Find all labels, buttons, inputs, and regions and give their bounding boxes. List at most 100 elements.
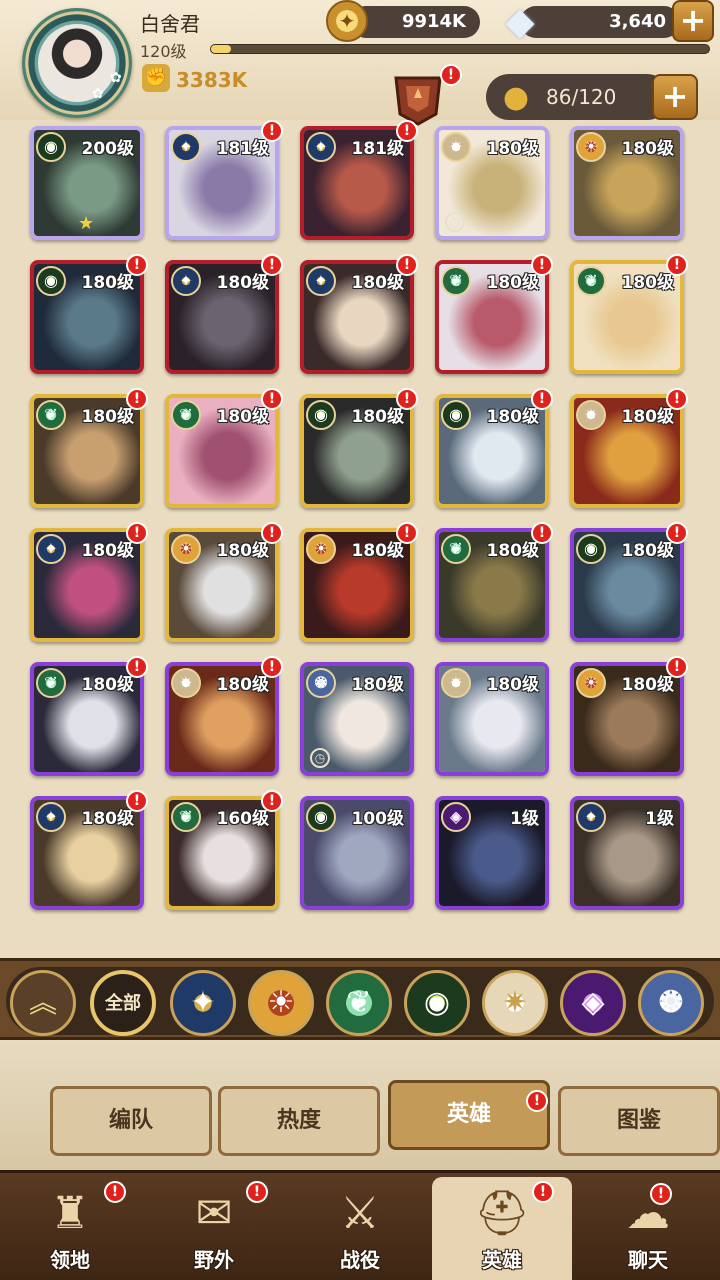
filter-leaf-icon[interactable]: ❦ <box>326 970 392 1036</box>
faction-filter-bar: ︽ 全部 ✦ ☀ ❦ ◉ ✷ ◈ ❂ <box>0 958 720 1040</box>
leaf-icon: ❦ <box>441 534 471 564</box>
hero-level: 180级 <box>351 541 405 561</box>
hero-card[interactable]: ✷ 180级 <box>570 394 684 508</box>
avatar[interactable]: ✿ ✿ <box>22 8 132 118</box>
filter-radiant-star-icon[interactable]: ✷ <box>482 970 548 1036</box>
hero-card[interactable]: ✷ 180级 ◷ <box>435 126 549 240</box>
alert-badge: ! <box>396 254 418 276</box>
hero-card[interactable]: ◉ 180级 <box>30 260 144 374</box>
hero-card[interactable]: ☀ 180级 <box>165 528 279 642</box>
filter-dark-icon[interactable]: ◈ <box>560 970 626 1036</box>
hero-card[interactable]: ❦ 180级 <box>30 394 144 508</box>
hero-roster-icon[interactable] <box>392 68 444 128</box>
hero-card[interactable]: ✦ 181级 <box>300 126 414 240</box>
leaf-icon: ❦ <box>36 668 66 698</box>
castle-icon: ♜ <box>50 1188 90 1239</box>
leaf-icon: ❦ <box>36 400 66 430</box>
star-compass-icon: ✦ <box>171 132 201 162</box>
nav-chat[interactable]: ☁ 聊天 ! <box>578 1177 718 1280</box>
hero-card[interactable]: ✦ 180级 <box>30 528 144 642</box>
top-bar: ✿ ✿ 白舍君 120级 ✊ 3383K 9914K ✦ 3,640 ◆ + !… <box>0 0 720 126</box>
nav-territory[interactable]: ♜ 领地 ! <box>0 1177 140 1280</box>
hero-card[interactable]: ✷ 180级 <box>165 662 279 776</box>
filter-all-button[interactable]: 全部 <box>90 970 156 1036</box>
alert-badge: ! <box>666 522 688 544</box>
alert-badge: ! <box>666 656 688 678</box>
nav-label: 野外 <box>194 1248 234 1272</box>
hero-card[interactable]: ☀ 180级 <box>300 528 414 642</box>
alert-badge: ! <box>261 388 283 410</box>
hero-card[interactable]: ◈ 1级 <box>435 796 549 910</box>
add-gems-button[interactable]: + <box>672 0 714 42</box>
hero-card[interactable]: ◉ 200级 ★ <box>30 126 144 240</box>
alert-badge: ! <box>396 388 418 410</box>
flower-icon: ✿ <box>92 86 104 102</box>
hero-card[interactable]: ❦ 180级 <box>165 394 279 508</box>
eye-icon: ◉ <box>576 534 606 564</box>
clock-icon: ◷ <box>445 212 465 232</box>
sword-shield-icon: ⚔ <box>340 1188 380 1239</box>
alert-badge: ! <box>666 388 688 410</box>
hero-card[interactable]: ◉ 100级 <box>300 796 414 910</box>
hero-card[interactable]: ✦ 1级 <box>570 796 684 910</box>
filter-sun-emblem-icon[interactable]: ☀ <box>248 970 314 1036</box>
alert-badge: ! <box>261 656 283 678</box>
nav-label: 聊天 <box>628 1248 668 1272</box>
hero-level: 180级 <box>351 675 405 695</box>
eye-icon: ◉ <box>441 400 471 430</box>
star-icon: ★ <box>78 213 95 234</box>
star-compass-icon: ✦ <box>171 266 201 296</box>
heroes-screen: ✿ ✿ 白舍君 120级 ✊ 3383K 9914K ✦ 3,640 ◆ + !… <box>0 0 720 1280</box>
hero-card[interactable]: ✦ 180级 <box>300 260 414 374</box>
hero-level: 180级 <box>81 273 135 293</box>
moon-emblem-icon: ❂ <box>306 668 336 698</box>
hero-card[interactable]: ✦ 180级 <box>165 260 279 374</box>
hero-card[interactable]: ◉ 180级 <box>435 394 549 508</box>
scroll-map-icon: ✉ <box>195 1188 233 1239</box>
hero-level: 181级 <box>351 139 405 159</box>
filter-eye-icon[interactable]: ◉ <box>404 970 470 1036</box>
hero-card[interactable]: ✦ 180级 <box>30 796 144 910</box>
hero-card[interactable]: ✦ 181级 <box>165 126 279 240</box>
sun-emblem-icon: ☀ <box>171 534 201 564</box>
eye-icon: ◉ <box>36 266 66 296</box>
hero-card[interactable]: ◉ 180级 <box>300 394 414 508</box>
expand-roster-button[interactable]: + <box>652 74 698 120</box>
hero-level: 100级 <box>351 809 405 829</box>
hero-card[interactable]: ☀ 180级 <box>570 126 684 240</box>
alert-badge: ! <box>246 1181 268 1203</box>
gem-counter: 3,640 <box>520 6 680 38</box>
sun-emblem-icon: ☀ <box>576 132 606 162</box>
star-compass-icon: ✦ <box>36 534 66 564</box>
alert-badge: ! <box>126 656 148 678</box>
hero-level: 180级 <box>81 407 135 427</box>
filter-moon-emblem-icon[interactable]: ❂ <box>638 970 704 1036</box>
hero-level: 181级 <box>216 139 270 159</box>
nav-wilderness[interactable]: ✉ 野外 ! <box>144 1177 284 1280</box>
collapse-filter-button[interactable]: ︽ <box>10 970 76 1036</box>
hero-card[interactable]: ❦ 180级 <box>30 662 144 776</box>
alert-badge: ! <box>261 254 283 276</box>
hero-card[interactable]: ✷ 180级 <box>435 662 549 776</box>
hero-card[interactable]: ◉ 180级 <box>570 528 684 642</box>
flower-icon: ✿ <box>110 70 122 86</box>
hero-card[interactable]: ❦ 160级 <box>165 796 279 910</box>
hero-card[interactable]: ❦ 180级 <box>435 528 549 642</box>
hero-grid: ◉ 200级 ★ ✦ 181级! ✦ 181级! ✷ 180级 ◷ ☀ 180级 ◉ 180级! ✦ 180级… <box>18 120 702 950</box>
alert-badge: ! <box>104 1181 126 1203</box>
nav-campaign[interactable]: ⚔ 战役 <box>290 1177 430 1280</box>
person-icon: ● <box>502 80 530 115</box>
hero-card[interactable]: ❂ 180级 ◷ <box>300 662 414 776</box>
eye-icon: ◉ <box>306 400 336 430</box>
tab-heroes[interactable]: 英雄 <box>388 1080 550 1150</box>
nav-heroes[interactable]: ⛑ 英雄 ! <box>432 1177 572 1280</box>
leaf-icon: ❦ <box>576 266 606 296</box>
tab-compendium[interactable]: 图鉴 <box>558 1086 720 1156</box>
hero-card[interactable]: ❦ 180级 <box>435 260 549 374</box>
hero-card[interactable]: ❦ 180级 <box>570 260 684 374</box>
tab-popularity[interactable]: 热度 <box>218 1086 380 1156</box>
hero-level: 1级 <box>645 809 674 829</box>
hero-card[interactable]: ☀ 180级 <box>570 662 684 776</box>
tab-formation[interactable]: 编队 <box>50 1086 212 1156</box>
filter-star-compass-icon[interactable]: ✦ <box>170 970 236 1036</box>
